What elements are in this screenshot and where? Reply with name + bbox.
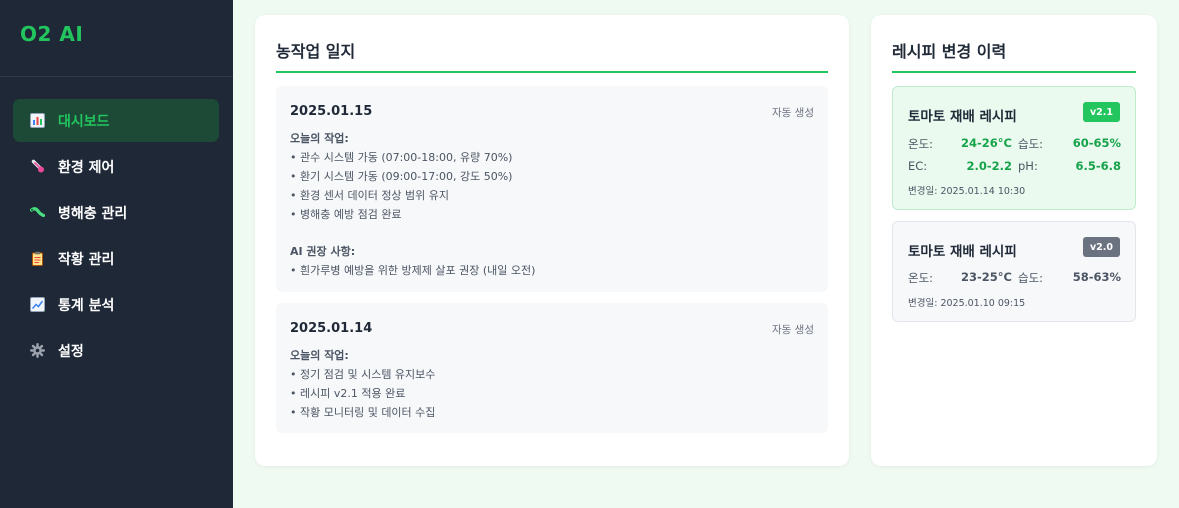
humidity-value: 58-63% [1072, 270, 1121, 284]
humidity-label: 습도: [1018, 137, 1044, 151]
sidebar: O2 AI 대시보드 환경 제어 병해충 관리 작황 관리 통계 분석 설정 [0, 0, 233, 508]
sidebar-item-environment-control[interactable]: 환경 제어 [13, 145, 219, 188]
sidebar-divider [0, 76, 233, 77]
temperature-label: 온도: [908, 271, 934, 285]
temperature-value: 23-25°C [961, 270, 1012, 284]
ec-label: EC: [908, 159, 928, 173]
log-entry-date: 2025.01.15 [290, 104, 373, 119]
bug-icon [29, 205, 45, 221]
version-badge: v2.1 [1082, 102, 1120, 122]
log-entry: 2025.01.14 자동 생성 오늘의 작업: • 정기 점검 및 시스템 유… [276, 303, 828, 433]
farm-log-card: 농작업 일지 2025.01.15 자동 생성 오늘의 작업: • 관수 시스템… [255, 15, 849, 466]
sidebar-item-label: 설정 [58, 343, 84, 360]
sidebar-item-crop-management[interactable]: 작황 관리 [13, 237, 219, 280]
temperature-label: 온도: [908, 137, 934, 151]
version-badge: v2.0 [1082, 237, 1120, 257]
recipe-history-card: 레시피 변경 이력 토마토 재배 레시피 v2.1 온도: 24-26°C 습도… [871, 15, 1157, 466]
work-item: • 환경 센서 데이터 정상 범위 유지 [290, 189, 450, 202]
farm-log-title: 농작업 일지 [276, 42, 356, 61]
sidebar-item-label: 환경 제어 [58, 159, 115, 176]
ph-label: pH: [1018, 159, 1038, 173]
recipe-card-current[interactable]: 토마토 재배 레시피 v2.1 온도: 24-26°C 습도: 60-65% E… [892, 86, 1136, 210]
recipe-name: 토마토 재배 레시피 [908, 109, 1017, 125]
sidebar-item-label: 병해충 관리 [58, 205, 128, 222]
recipe-history-title-divider [892, 71, 1136, 73]
ph-value: 6.5-6.8 [1075, 159, 1121, 173]
log-entry-body: 오늘의 작업: • 관수 시스템 가동 (07:00-18:00, 유량 70%… [290, 129, 535, 280]
work-item: • 레시피 v2.1 적용 완료 [290, 387, 406, 400]
auto-generated-label: 자동 생성 [772, 107, 814, 119]
recipe-history-title: 레시피 변경 이력 [892, 42, 1007, 61]
work-heading: 오늘의 작업: [290, 349, 349, 362]
recipe-changed-date: 변경일: 2025.01.14 10:30 [908, 186, 1026, 197]
sidebar-item-statistics[interactable]: 통계 분석 [13, 283, 219, 326]
recipe-changed-date: 변경일: 2025.01.10 09:15 [908, 298, 1026, 309]
sidebar-item-label: 대시보드 [58, 113, 110, 130]
log-entry-date: 2025.01.14 [290, 321, 373, 336]
recipe-param-row: 온도: 24-26°C 습도: 60-65% [908, 136, 1121, 154]
recipe-name: 토마토 재배 레시피 [908, 244, 1017, 260]
gear-icon [29, 343, 45, 359]
sidebar-item-pest-management[interactable]: 병해충 관리 [13, 191, 219, 234]
ai-recommendation-heading: AI 권장 사항: [290, 245, 356, 258]
work-item: • 작황 모니터링 및 데이터 수집 [290, 406, 436, 419]
bar-chart-icon [29, 113, 45, 129]
log-entry: 2025.01.15 자동 생성 오늘의 작업: • 관수 시스템 가동 (07… [276, 86, 828, 292]
recipe-param-row: EC: 2.0-2.2 pH: 6.5-6.8 [908, 159, 1121, 177]
ai-recommendation-item: • 흰가루병 예방을 위한 방제제 살포 권장 (내일 오전) [290, 264, 536, 277]
auto-generated-label: 자동 생성 [772, 324, 814, 336]
sidebar-item-label: 통계 분석 [58, 297, 115, 314]
log-entry-body: 오늘의 작업: • 정기 점검 및 시스템 유지보수 • 레시피 v2.1 적용… [290, 346, 435, 422]
sidebar-nav: 대시보드 환경 제어 병해충 관리 작황 관리 통계 분석 설정 [13, 99, 219, 375]
work-heading: 오늘의 작업: [290, 132, 349, 145]
sidebar-item-label: 작황 관리 [58, 251, 115, 268]
recipe-card-previous[interactable]: 토마토 재배 레시피 v2.0 온도: 23-25°C 습도: 58-63% 변… [892, 221, 1136, 322]
work-item: • 관수 시스템 가동 (07:00-18:00, 유량 70%) [290, 151, 513, 164]
temperature-value: 24-26°C [961, 136, 1012, 150]
humidity-label: 습도: [1018, 271, 1044, 285]
clipboard-icon [29, 251, 45, 267]
work-item: • 정기 점검 및 시스템 유지보수 [290, 368, 436, 381]
recipe-param-row: 온도: 23-25°C 습도: 58-63% [908, 270, 1121, 288]
work-item: • 병해충 예방 점검 완료 [290, 208, 402, 221]
humidity-value: 60-65% [1072, 136, 1121, 150]
ec-value: 2.0-2.2 [966, 159, 1012, 173]
work-item: • 환기 시스템 가동 (09:00-17:00, 강도 50%) [290, 170, 513, 183]
farm-log-title-divider [276, 71, 828, 73]
brand-logo[interactable]: O2 AI [20, 22, 83, 46]
sidebar-item-dashboard[interactable]: 대시보드 [13, 99, 219, 142]
thermometer-icon [29, 159, 45, 175]
sidebar-item-settings[interactable]: 설정 [13, 329, 219, 372]
trend-chart-icon [29, 297, 45, 313]
